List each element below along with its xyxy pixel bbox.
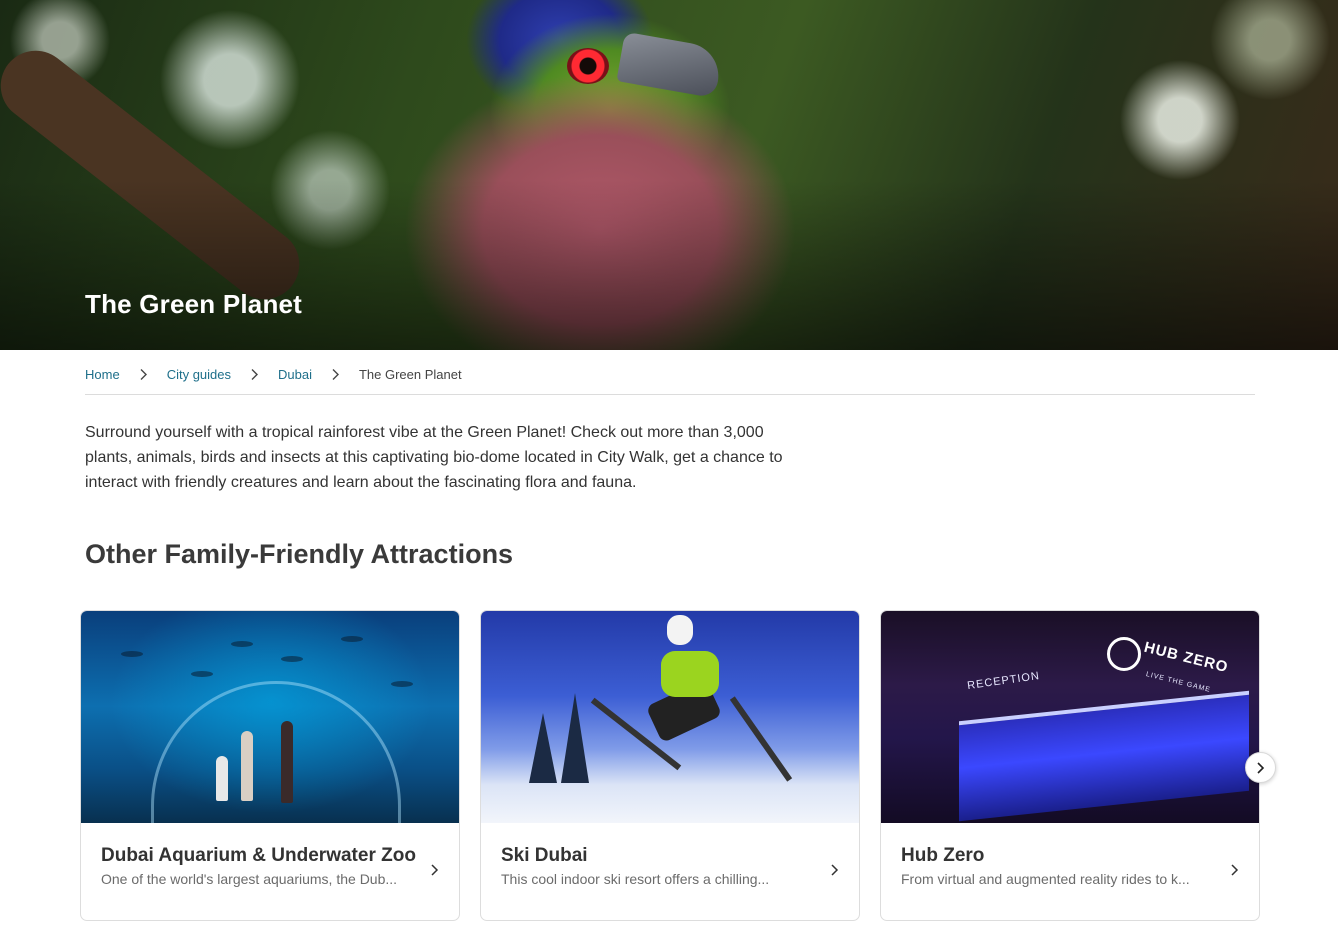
carousel-next-button[interactable] [1245,752,1276,783]
aquarium-tunnel [151,681,401,823]
page-title: The Green Planet [85,289,303,319]
breadcrumb-divider [85,394,1255,395]
hero-bird-beak [616,31,724,99]
skier-jacket [661,651,719,697]
fish [391,681,413,687]
chevron-right-icon [312,368,359,381]
chevron-right-icon [431,864,439,876]
hub-zero-logo [1107,637,1141,671]
card-image-ski-dubai [481,611,859,823]
attraction-card-hub-zero[interactable]: RECEPTION HUB ZERO LIVE THE GAME Hub Zer… [880,610,1260,921]
fish [191,671,213,677]
ski [729,696,793,782]
chevron-right-icon [1231,864,1239,876]
hero-banner: The Green Planet [0,0,1338,350]
chevron-right-icon [831,864,839,876]
card-image-hub-zero: RECEPTION HUB ZERO LIVE THE GAME [881,611,1259,823]
card-description: This cool indoor ski resort offers a chi… [501,871,770,887]
visitor [241,731,253,801]
tree [561,693,589,783]
intro-paragraph: Surround yourself with a tropical rainfo… [85,424,783,491]
fish [231,641,253,647]
attraction-card-ski-dubai[interactable]: Ski Dubai This cool indoor ski resort of… [480,610,860,921]
card-description: One of the world's largest aquariums, th… [101,871,398,887]
reception-counter [959,690,1249,822]
fish [281,656,303,662]
chevron-right-icon [231,368,278,381]
tree [529,713,557,783]
card-title: Hub Zero [901,845,985,866]
breadcrumb-home[interactable]: Home [85,367,120,382]
hub-zero-tagline: LIVE THE GAME [1145,671,1212,694]
skier-helmet [667,615,693,645]
breadcrumb-city-guides[interactable]: City guides [167,367,231,382]
hero-branch [0,36,314,314]
chevron-right-icon [1257,761,1265,774]
card-title: Dubai Aquarium & Underwater Zoo [101,845,416,866]
reception-sign: RECEPTION [966,669,1041,693]
visitor [216,756,228,801]
card-description: From virtual and augmented reality rides… [901,871,1190,887]
breadcrumb-dubai[interactable]: Dubai [278,367,312,382]
card-title: Ski Dubai [501,845,588,866]
section-title: Other Family-Friendly Attractions [85,539,514,569]
breadcrumb-current: The Green Planet [358,366,462,382]
chevron-right-icon [120,368,167,381]
visitor [281,721,293,803]
fish [341,636,363,642]
fish [121,651,143,657]
hero-bird-eye [567,48,609,84]
hub-zero-logo-text: HUB ZERO [1142,638,1231,677]
breadcrumb: Home City guides Dubai The Green Planet [85,364,462,384]
attraction-card-aquarium[interactable]: Dubai Aquarium & Underwater Zoo One of t… [80,610,460,921]
card-image-aquarium [81,611,459,823]
